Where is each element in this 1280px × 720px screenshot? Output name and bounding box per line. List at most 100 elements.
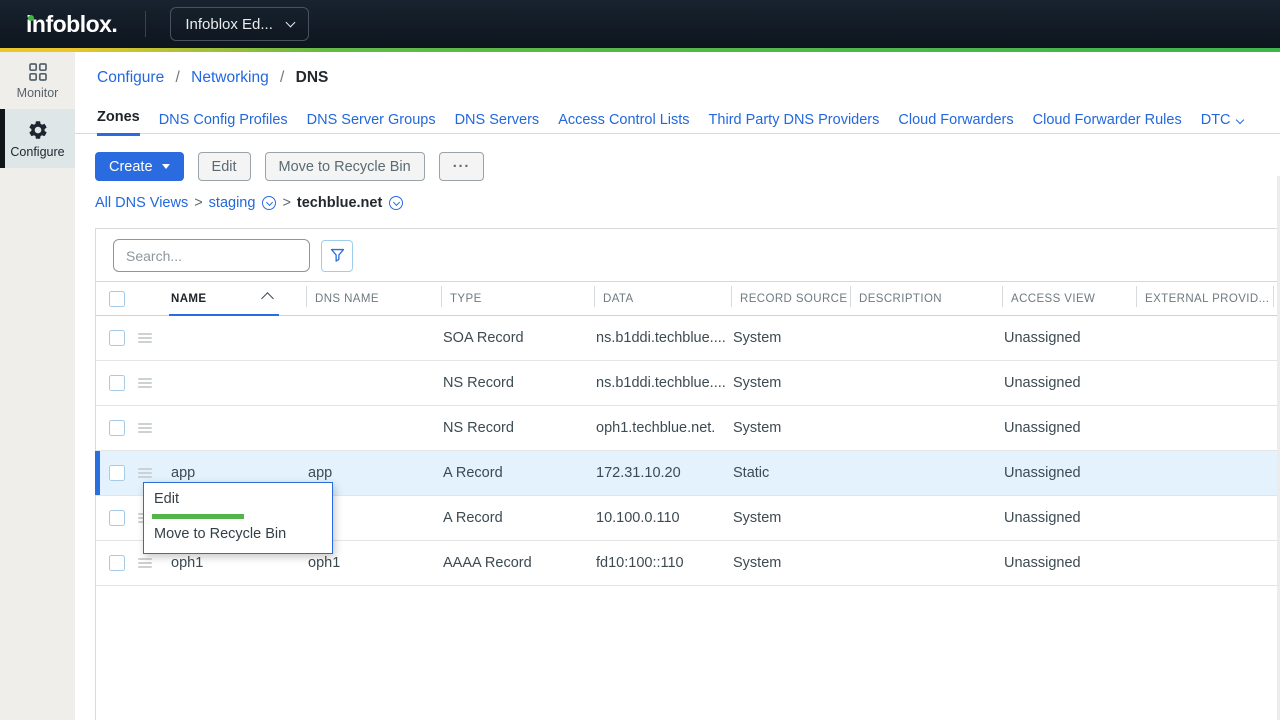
sidebar-item-label: Configure — [10, 145, 64, 159]
breadcrumb-current-dns: DNS — [296, 69, 329, 86]
tab-dns-server-groups[interactable]: DNS Server Groups — [307, 112, 436, 136]
breadcrumb-link-networking[interactable]: Networking — [191, 69, 269, 86]
tab-cloud-forwarders[interactable]: Cloud Forwarders — [898, 112, 1013, 136]
cell-access-view: Unassigned — [1002, 555, 1136, 571]
context-menu-move-to-recycle-bin[interactable]: Move to Recycle Bin — [144, 522, 332, 547]
cell-type: AAAA Record — [441, 555, 594, 571]
edit-button[interactable]: Edit — [198, 152, 251, 181]
grid-icon — [28, 62, 48, 82]
top-bar: infoblox. Infoblox Ed... — [0, 0, 1280, 48]
logo-green-dot-icon — [28, 15, 34, 21]
cell-data: ns.b1ddi.techblue.... — [594, 330, 731, 346]
column-header-name[interactable]: NAME — [169, 281, 306, 316]
tab-dtc-dropdown[interactable]: DTC — [1201, 112, 1243, 136]
cell-type: A Record — [441, 465, 594, 481]
breadcrumb-link-configure[interactable]: Configure — [97, 69, 164, 86]
table-row[interactable]: NS Record ns.b1ddi.techblue.... System U… — [96, 361, 1280, 406]
infoblox-logo-text: infoblox. — [26, 11, 117, 37]
create-button[interactable]: Create — [95, 152, 184, 181]
cell-type: NS Record — [441, 420, 594, 436]
cell-record-source: System — [731, 420, 850, 436]
cell-dns-name: app — [306, 465, 441, 481]
search-row — [96, 229, 1280, 281]
all-dns-views-link[interactable]: All DNS Views — [95, 195, 188, 211]
chevron-down-icon — [285, 18, 295, 28]
chevron-down-icon — [1235, 115, 1243, 123]
cell-type: SOA Record — [441, 330, 594, 346]
row-checkbox[interactable] — [109, 375, 125, 391]
zone-name-techblue: techblue.net — [297, 195, 382, 211]
select-all-checkbox[interactable] — [109, 291, 125, 307]
tab-access-control-lists[interactable]: Access Control Lists — [558, 112, 689, 136]
cell-data: oph1.techblue.net. — [594, 420, 731, 436]
column-header-record-source[interactable]: RECORD SOURCE — [731, 281, 850, 316]
funnel-filter-icon — [329, 247, 346, 264]
zone-dropdown-icon[interactable] — [389, 196, 403, 210]
app-selector-dropdown[interactable]: Infoblox Ed... — [170, 7, 309, 41]
cell-access-view: Unassigned — [1002, 330, 1136, 346]
drag-handle-icon[interactable] — [138, 558, 152, 568]
column-header-type[interactable]: TYPE — [441, 281, 594, 316]
table-header-row: NAME DNS NAME TYPE DATA RECORD SOURCE DE… — [96, 281, 1280, 316]
drag-handle-icon[interactable] — [138, 423, 152, 433]
tab-dtc-label: DTC — [1201, 112, 1231, 128]
tab-zones[interactable]: Zones — [97, 109, 140, 136]
row-checkbox[interactable] — [109, 555, 125, 571]
view-path-separator: > — [194, 195, 202, 211]
search-input[interactable] — [113, 239, 310, 272]
sidebar: Monitor Configure — [0, 52, 75, 720]
sidebar-item-monitor[interactable]: Monitor — [0, 52, 75, 109]
action-toolbar: Create Edit Move to Recycle Bin ··· — [95, 152, 484, 181]
table-row[interactable]: SOA Record ns.b1ddi.techblue.... System … — [96, 316, 1280, 361]
staging-view-link[interactable]: staging — [209, 195, 256, 211]
cell-type: A Record — [441, 510, 594, 526]
caret-down-icon — [162, 164, 170, 169]
column-header-description[interactable]: DESCRIPTION — [850, 281, 1002, 316]
table-row[interactable]: NS Record oph1.techblue.net. System Unas… — [96, 406, 1280, 451]
column-header-data[interactable]: DATA — [594, 281, 731, 316]
cell-access-view: Unassigned — [1002, 375, 1136, 391]
cell-access-view: Unassigned — [1002, 510, 1136, 526]
column-header-external-provider[interactable]: EXTERNAL PROVID... — [1136, 281, 1273, 316]
row-checkbox[interactable] — [109, 465, 125, 481]
tab-dns-config-profiles[interactable]: DNS Config Profiles — [159, 112, 288, 136]
drag-handle-icon[interactable] — [138, 468, 152, 478]
row-checkbox[interactable] — [109, 330, 125, 346]
more-actions-button[interactable]: ··· — [439, 152, 485, 181]
drag-handle-icon[interactable] — [138, 378, 152, 388]
cell-record-source: System — [731, 555, 850, 571]
column-header-dns-name[interactable]: DNS NAME — [306, 281, 441, 316]
cell-record-source: System — [731, 375, 850, 391]
cell-data: ns.b1ddi.techblue.... — [594, 375, 731, 391]
cell-data: 172.31.10.20 — [594, 465, 731, 481]
cell-record-source: Static — [731, 465, 850, 481]
records-table-panel: NAME DNS NAME TYPE DATA RECORD SOURCE DE… — [95, 228, 1280, 720]
filter-button[interactable] — [321, 240, 353, 272]
app-screen: infoblox. Infoblox Ed... Monitor — [0, 0, 1280, 720]
row-context-menu: Edit Move to Recycle Bin — [143, 482, 333, 554]
cell-data: fd10:100::110 — [594, 555, 731, 571]
cell-name: oph1 — [169, 555, 306, 571]
move-to-recycle-bin-button[interactable]: Move to Recycle Bin — [265, 152, 425, 181]
breadcrumb-separator: / — [176, 69, 180, 86]
staging-dropdown-icon[interactable] — [262, 196, 276, 210]
row-checkbox[interactable] — [109, 510, 125, 526]
sidebar-item-configure[interactable]: Configure — [0, 109, 75, 168]
tab-third-party-dns-providers[interactable]: Third Party DNS Providers — [709, 112, 880, 136]
app-selector-label: Infoblox Ed... — [185, 16, 273, 33]
tab-dns-servers[interactable]: DNS Servers — [455, 112, 540, 136]
tab-bar: Zones DNS Config Profiles DNS Server Gro… — [97, 109, 1277, 136]
topbar-divider — [145, 11, 146, 37]
cell-data: 10.100.0.110 — [594, 510, 731, 526]
tab-cloud-forwarder-rules[interactable]: Cloud Forwarder Rules — [1033, 112, 1182, 136]
cell-record-source: System — [731, 330, 850, 346]
sidebar-item-label: Monitor — [17, 86, 59, 100]
cell-record-source: System — [731, 510, 850, 526]
column-header-access-view[interactable]: ACCESS VIEW — [1002, 281, 1136, 316]
drag-handle-icon[interactable] — [138, 333, 152, 343]
context-menu-green-divider — [152, 514, 244, 519]
context-menu-edit[interactable]: Edit — [144, 487, 332, 512]
row-checkbox[interactable] — [109, 420, 125, 436]
cell-name: app — [169, 465, 306, 481]
view-path-separator: > — [282, 195, 290, 211]
